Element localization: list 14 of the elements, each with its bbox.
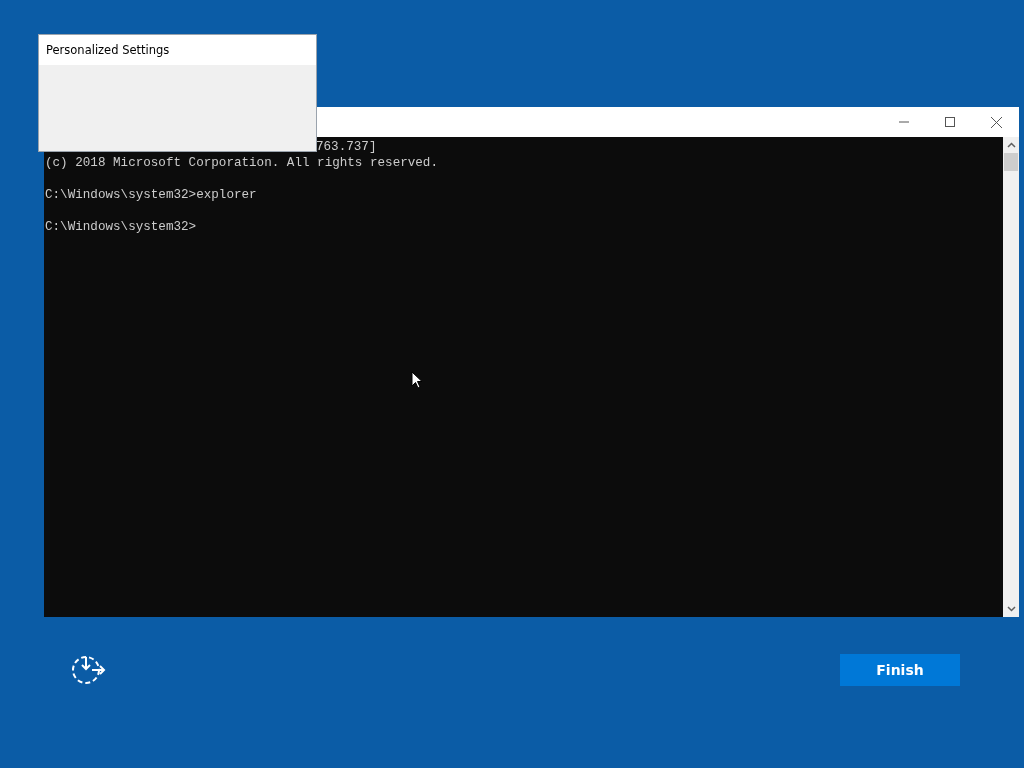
window-title: Personalized Settings xyxy=(46,43,170,57)
scrollbar[interactable] xyxy=(1003,137,1019,617)
scroll-thumb[interactable] xyxy=(1004,153,1018,171)
finish-button[interactable]: Finish xyxy=(840,654,960,686)
console-line: C:\Windows\system32> xyxy=(45,220,197,234)
console-line: (c) 2018 Microsoft Corporation. All rights reserved. xyxy=(45,156,438,170)
accessibility-icon[interactable] xyxy=(70,654,106,686)
maximize-icon[interactable] xyxy=(945,117,955,127)
scroll-down-icon[interactable] xyxy=(1006,606,1016,612)
console-line: 763.737] xyxy=(316,140,377,154)
console-line: C:\Windows\system32>explorer xyxy=(45,188,257,202)
close-icon[interactable] xyxy=(990,116,1002,128)
mouse-pointer-icon xyxy=(411,371,423,389)
scroll-up-icon[interactable] xyxy=(1006,142,1016,148)
